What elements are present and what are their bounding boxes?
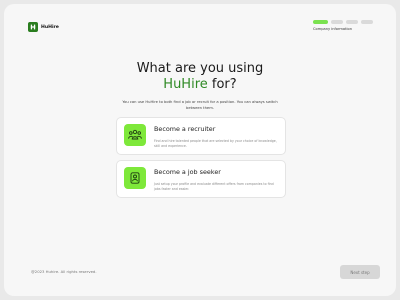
app-window: HuHire Company information What are you … bbox=[4, 4, 396, 296]
title-line-1: What are you using bbox=[136, 61, 264, 76]
logo-text: HuHire bbox=[41, 24, 59, 30]
progress-step-2 bbox=[331, 20, 343, 24]
title-brand: HuHire bbox=[163, 77, 208, 92]
progress-step-1 bbox=[313, 20, 328, 24]
progress-step-4 bbox=[361, 20, 373, 24]
progress-step-3 bbox=[346, 20, 358, 24]
title-line-2: HuHire for? bbox=[4, 77, 396, 93]
progress-track bbox=[313, 20, 375, 24]
logo[interactable]: HuHire bbox=[28, 22, 59, 32]
step-progress: Company information bbox=[313, 20, 375, 31]
header: HuHire Company information bbox=[4, 4, 396, 44]
next-step-button[interactable]: Next step bbox=[340, 265, 380, 279]
option-title-recruiter: Become a recruiter bbox=[154, 125, 216, 133]
page-title: What are you using HuHire for? bbox=[4, 61, 396, 93]
person-icon bbox=[124, 167, 146, 189]
team-icon bbox=[124, 124, 146, 146]
page-subtitle: You can use HuHire to both find a job or… bbox=[122, 100, 278, 110]
option-card-recruiter[interactable]: Become a recruiter Find and hire talente… bbox=[116, 117, 286, 155]
option-desc-job-seeker: Just setup your profile and evaluate dif… bbox=[154, 182, 274, 191]
option-desc-recruiter: Find and hire talented people that are s… bbox=[154, 139, 277, 148]
huhire-logo-icon bbox=[28, 22, 38, 32]
option-title-job-seeker: Become a job seeker bbox=[154, 168, 221, 176]
copyright-text: @2023 Huhire. All rights reserved. bbox=[31, 269, 97, 274]
option-card-job-seeker[interactable]: Become a job seeker Just setup your prof… bbox=[116, 160, 286, 198]
progress-label: Company information bbox=[313, 27, 352, 31]
title-suffix: for? bbox=[207, 77, 237, 92]
